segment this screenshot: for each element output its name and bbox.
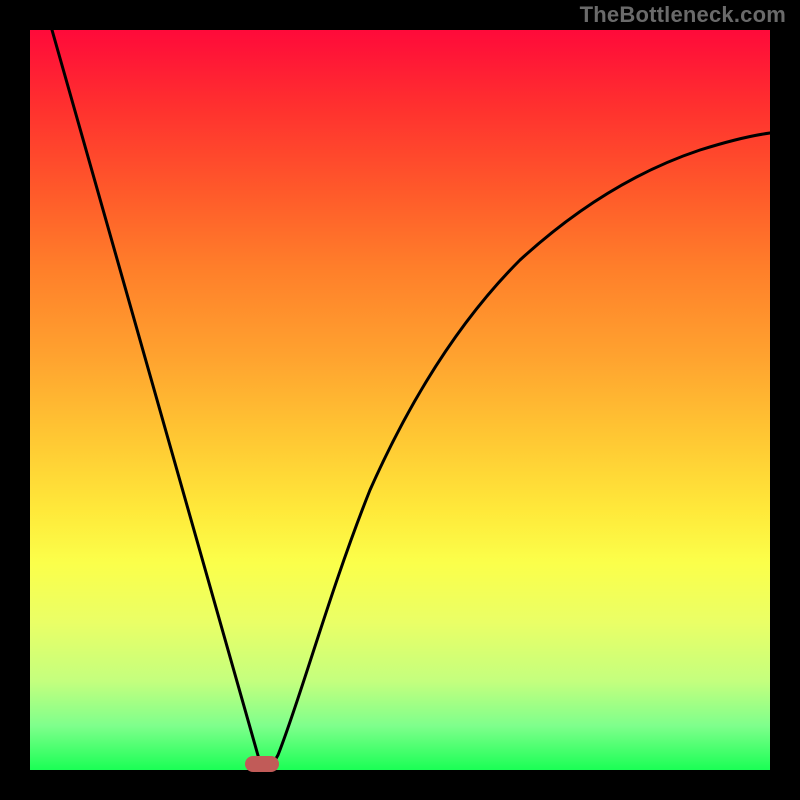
plot-area xyxy=(30,30,770,770)
chart-frame: TheBottleneck.com xyxy=(0,0,800,800)
watermark-text: TheBottleneck.com xyxy=(580,2,786,28)
curve-svg xyxy=(30,30,770,770)
min-marker xyxy=(245,756,279,772)
bottleneck-curve xyxy=(52,30,770,767)
